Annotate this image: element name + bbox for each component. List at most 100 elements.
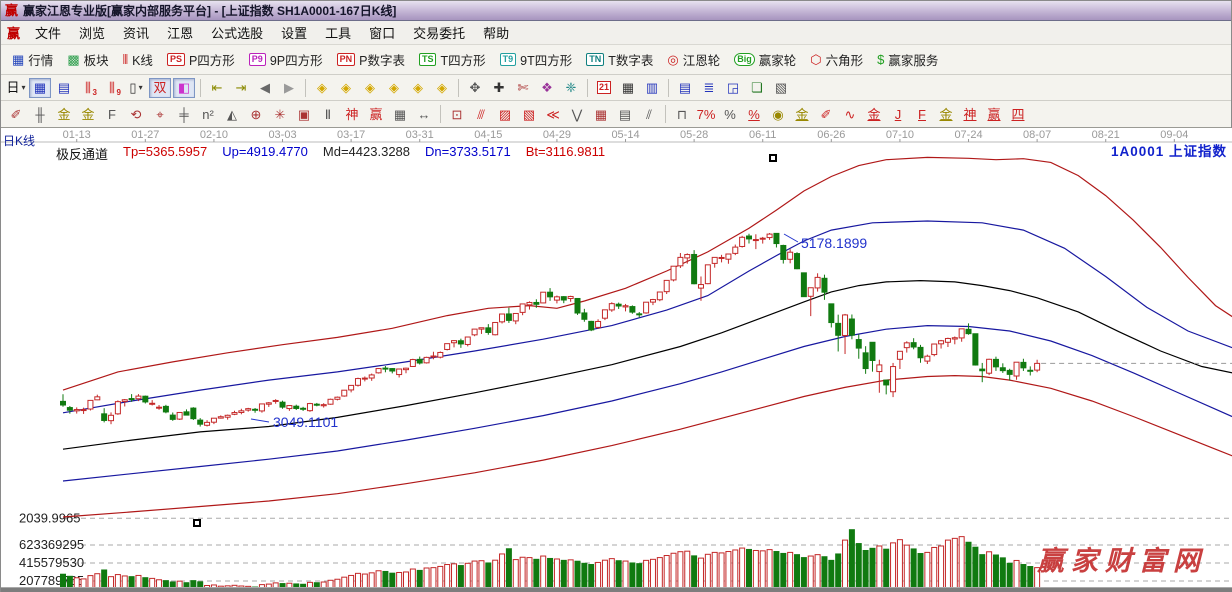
menu-item-交易委托[interactable]: 交易委托 bbox=[404, 20, 474, 45]
volume-profile-icon[interactable]: ◧ bbox=[173, 77, 195, 98]
k-mark-icon[interactable]: Ⅱ bbox=[317, 104, 339, 124]
shift-left-icon[interactable]: ◈ bbox=[311, 78, 333, 98]
module-t-square-button[interactable]: TS T四方形 bbox=[412, 47, 493, 72]
percent-line-icon[interactable]: % bbox=[743, 104, 765, 124]
export-net-icon[interactable]: ❏ bbox=[746, 78, 768, 98]
horizontal-scrollbar[interactable] bbox=[1, 587, 1232, 592]
fibonacci-ruler-icon[interactable]: F bbox=[101, 104, 123, 124]
shen-tool-icon[interactable]: 神 bbox=[341, 104, 363, 124]
kline-9col-icon[interactable]: ⫼ 9 bbox=[101, 78, 123, 98]
menu-item-资讯[interactable]: 资讯 bbox=[114, 20, 158, 45]
gold-under-icon[interactable]: 金 bbox=[863, 104, 885, 124]
dual-view-icon[interactable]: 双 bbox=[149, 77, 171, 98]
gold-grid-2-icon[interactable]: 金 bbox=[77, 104, 99, 124]
zoom-out-h-icon[interactable]: ◈ bbox=[383, 78, 405, 98]
compress-view-icon[interactable]: ◈ bbox=[407, 78, 429, 98]
doc-view-icon[interactable]: ▤ bbox=[674, 78, 696, 98]
gann-circle-icon[interactable]: ⊕ bbox=[245, 104, 267, 124]
gann-compass-icon[interactable]: ⌖ bbox=[149, 104, 171, 124]
gold-circle-icon[interactable]: ◉ bbox=[767, 104, 789, 124]
save-icon[interactable]: ◲ bbox=[722, 78, 744, 98]
seven-percent-icon[interactable]: 7% bbox=[695, 104, 717, 124]
box-pattern-icon[interactable]: ▧ bbox=[518, 104, 540, 124]
ying-angle-icon[interactable]: 赢 bbox=[983, 104, 1005, 124]
module-kline-button[interactable]: ⫴ K线 bbox=[116, 47, 160, 72]
percent-icon[interactable]: % bbox=[719, 104, 741, 124]
gold-grid-1-icon[interactable]: 金 bbox=[53, 104, 75, 124]
f10-info-icon[interactable]: ▤ bbox=[53, 78, 75, 98]
n-square-icon[interactable]: n² bbox=[197, 104, 219, 124]
module-p-number-table-button[interactable]: PN P数字表 bbox=[330, 47, 412, 72]
prev-bar-icon[interactable]: ◀ bbox=[254, 78, 276, 98]
gold-line-icon[interactable]: 金 bbox=[791, 104, 813, 124]
wave-tool-icon[interactable]: ∿ bbox=[839, 104, 861, 124]
report-icon[interactable]: ▥ bbox=[641, 78, 663, 98]
gann-knife-icon[interactable]: ✐ bbox=[5, 104, 27, 124]
ying-tool-icon[interactable]: 赢 bbox=[365, 104, 387, 124]
pattern-tool-icon[interactable]: ❈ bbox=[560, 78, 582, 98]
grid-ruler-icon[interactable]: ╫ bbox=[29, 104, 51, 124]
print-icon[interactable]: ▧ bbox=[770, 78, 792, 98]
module-t-number-table-button[interactable]: TN T数字表 bbox=[579, 47, 660, 72]
shen-angle-icon[interactable]: 神 bbox=[959, 104, 981, 124]
object-handle-marker[interactable] bbox=[769, 154, 777, 162]
menu-item-浏览[interactable]: 浏览 bbox=[70, 20, 114, 45]
menu-item-帮助[interactable]: 帮助 bbox=[474, 20, 518, 45]
candle-style-icon[interactable]: ▯ ▾ bbox=[125, 78, 147, 98]
zoom-in-h-icon[interactable]: ◈ bbox=[359, 78, 381, 98]
grid-star-icon[interactable]: ▣ bbox=[293, 104, 315, 124]
zigzag-icon[interactable]: ⋁ bbox=[566, 104, 588, 124]
angle-rays-icon[interactable]: ≪ bbox=[542, 104, 564, 124]
mark-tool-icon[interactable]: ❖ bbox=[536, 78, 558, 98]
dense-grid-icon[interactable]: ▦ bbox=[590, 104, 612, 124]
menu-item-设置[interactable]: 设置 bbox=[272, 20, 316, 45]
scale-bars-icon[interactable]: ⊓ bbox=[671, 104, 693, 124]
module-hexagon-button[interactable]: ⬡ 六角形 bbox=[803, 47, 870, 72]
drag-hand-icon[interactable]: ✥ bbox=[464, 78, 486, 98]
module-9t-square-button[interactable]: T9 9T四方形 bbox=[493, 47, 580, 72]
menu-item-窗口[interactable]: 窗口 bbox=[360, 20, 404, 45]
main-chart-window-icon[interactable]: ▦ bbox=[29, 77, 51, 98]
expand-view-icon[interactable]: ◈ bbox=[431, 78, 453, 98]
notes-icon[interactable]: ≣ bbox=[698, 78, 720, 98]
box-frame-icon[interactable]: ⊡ bbox=[446, 104, 468, 124]
menu-item-文件[interactable]: 文件 bbox=[26, 20, 70, 45]
angle-mirror-icon[interactable]: ◭ bbox=[221, 104, 243, 124]
f-angle-icon[interactable]: F bbox=[911, 104, 933, 124]
menu-item-江恩[interactable]: 江恩 bbox=[158, 20, 202, 45]
module-gann-wheel-button[interactable]: ◎ 江恩轮 bbox=[660, 47, 727, 72]
crosshair-icon[interactable]: ✚ bbox=[488, 78, 510, 98]
menu-item-公式选股[interactable]: 公式选股 bbox=[202, 20, 272, 45]
kline-3col-icon[interactable]: ⫼ 3 bbox=[77, 78, 99, 98]
ray-fan-icon[interactable]: ⫻ bbox=[470, 104, 492, 124]
title-bar[interactable]: 赢 赢家江恩专业版[赢家内部服务平台] - [上证指数 SH1A0001-167… bbox=[1, 1, 1231, 21]
kline-canvas[interactable]: 6233692954155795302077897652039.996501-1… bbox=[1, 128, 1232, 592]
object-handle-marker[interactable] bbox=[193, 519, 201, 527]
parallel-lines-icon[interactable]: ⫽ bbox=[638, 104, 660, 124]
red-brush-icon[interactable]: ✐ bbox=[815, 104, 837, 124]
next-bar-icon[interactable]: ▶ bbox=[278, 78, 300, 98]
horizontal-span-icon[interactable]: ↔ bbox=[413, 104, 435, 124]
spiral-icon[interactable]: ⟲ bbox=[125, 104, 147, 124]
ladder-grid-icon[interactable]: ▤ bbox=[614, 104, 636, 124]
star-burst-icon[interactable]: ✳ bbox=[269, 104, 291, 124]
module-p-square-button[interactable]: PS P四方形 bbox=[160, 47, 242, 72]
measure-icon[interactable]: ✄ bbox=[512, 78, 534, 98]
module-sectors-button[interactable]: ▩ 板块 bbox=[60, 47, 115, 72]
period-day-icon[interactable]: 日 ▾ bbox=[5, 78, 27, 98]
j-angle-icon[interactable]: J bbox=[887, 104, 909, 124]
module-quotes-button[interactable]: ▦ 行情 bbox=[5, 47, 60, 72]
calculator-icon[interactable]: ▦ bbox=[617, 78, 639, 98]
grid-123-icon[interactable]: ▦ bbox=[389, 104, 411, 124]
gold-angle-icon[interactable]: 金 bbox=[935, 104, 957, 124]
module-winner-wheel-button[interactable]: Big 赢家轮 bbox=[727, 47, 803, 72]
box-fan-icon[interactable]: ▨ bbox=[494, 104, 516, 124]
last-bar-icon[interactable]: ⇥ bbox=[230, 78, 252, 98]
menu-item-工具[interactable]: 工具 bbox=[316, 20, 360, 45]
calendar-icon[interactable]: 21 bbox=[593, 78, 615, 98]
module-winner-service-button[interactable]: $ 赢家服务 bbox=[870, 47, 945, 72]
shift-right-icon[interactable]: ◈ bbox=[335, 78, 357, 98]
module-9p-square-button[interactable]: P9 9P四方形 bbox=[242, 47, 330, 72]
first-bar-icon[interactable]: ⇤ bbox=[206, 78, 228, 98]
cycle-ruler-icon[interactable]: ╪ bbox=[173, 104, 195, 124]
